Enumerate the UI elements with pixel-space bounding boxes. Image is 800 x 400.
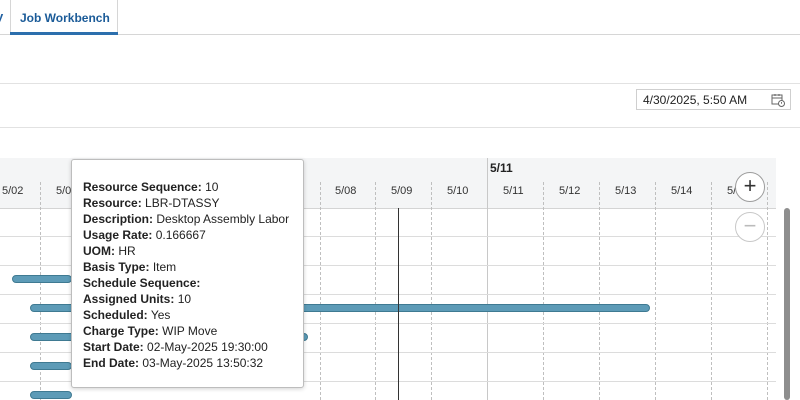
tooltip-row: Assigned Units: 10 [83, 292, 191, 306]
day-label: 5/10 [447, 185, 469, 197]
tooltip-label: Basis Type: [83, 260, 150, 274]
day-gridline [320, 182, 321, 400]
resource-tooltip: Resource Sequence: 10 Resource: LBR-DTAS… [71, 159, 304, 388]
tooltip-value: Yes [150, 308, 171, 322]
tab-previous-label: y [0, 9, 3, 24]
week-gridline [487, 158, 488, 400]
zoom-in-button[interactable]: + [735, 172, 765, 202]
tooltip-value: 10 [205, 180, 219, 194]
day-gridline [767, 182, 768, 400]
day-label: 5/14 [671, 185, 693, 197]
tooltip-row: Schedule Sequence: [83, 276, 200, 290]
tooltip-value: 03-May-2025 13:50:32 [142, 356, 264, 370]
tooltip-label: UOM: [83, 244, 115, 258]
tooltip-value: Item [152, 260, 177, 274]
tooltip-value: WIP Move [162, 324, 218, 338]
tooltip-row: Scheduled: Yes [83, 308, 170, 322]
tab-bar: y Job Workbench [0, 0, 800, 35]
tooltip-row: Usage Rate: 0.166667 [83, 228, 206, 242]
tooltip-label: Resource: [83, 196, 142, 210]
tooltip-row: UOM: HR [83, 244, 136, 258]
tooltip-row: Start Date: 02-May-2025 19:30:00 [83, 340, 268, 354]
tab-job-workbench[interactable]: Job Workbench [10, 0, 118, 35]
day-label: 5/08 [335, 185, 357, 197]
tooltip-value: LBR-DTASSY [145, 196, 220, 210]
tooltip-row: Charge Type: WIP Move [83, 324, 217, 338]
day-gridline [711, 182, 712, 400]
current-time-line [398, 208, 399, 400]
day-label: 5/0 [56, 185, 72, 197]
tooltip-value: 10 [177, 292, 192, 306]
gantt-bar[interactable] [30, 362, 72, 370]
tooltip-value: HR [118, 244, 136, 258]
tab-previous[interactable]: y [0, 0, 10, 34]
day-label: 5/13 [615, 185, 637, 197]
tooltip-row: Resource Sequence: 10 [83, 180, 218, 194]
tab-job-workbench-label: Job Workbench [20, 11, 110, 25]
tooltip-label: Charge Type: [83, 324, 159, 338]
tooltip-row: Description: Desktop Assembly Labor [83, 212, 289, 226]
day-gridline [431, 182, 432, 400]
gantt-bar[interactable] [12, 275, 72, 283]
tooltip-label: Assigned Units: [83, 292, 175, 306]
tooltip-value: 02-May-2025 19:30:00 [147, 340, 268, 354]
date-time-value: 4/30/2025, 5:50 AM [643, 93, 748, 107]
day-gridline [543, 182, 544, 400]
tooltip-value: 0.166667 [155, 228, 206, 242]
date-time-field[interactable]: 4/30/2025, 5:50 AM [636, 89, 791, 110]
gantt-bar[interactable] [30, 391, 72, 399]
calendar-clock-icon[interactable] [771, 93, 785, 107]
vertical-scrollbar[interactable] [784, 208, 790, 400]
tooltip-row: Basis Type: Item [83, 260, 176, 274]
tooltip-label: End Date: [83, 356, 140, 370]
zoom-out-button[interactable]: − [735, 212, 765, 242]
tooltip-label: Resource Sequence: [83, 180, 202, 194]
day-gridline [375, 182, 376, 400]
tooltip-label: Scheduled: [83, 308, 148, 322]
tooltip-value: Desktop Assembly Labor [156, 212, 290, 226]
tooltip-label: Schedule Sequence: [83, 276, 201, 290]
day-label: 5/11 [503, 185, 524, 197]
tooltip-label: Description: [83, 212, 154, 226]
day-label: 5/09 [391, 185, 413, 197]
section-divider [0, 127, 800, 128]
tooltip-label: Usage Rate: [83, 228, 153, 242]
tooltip-row: Resource: LBR-DTASSY [83, 196, 220, 210]
tooltip-row: End Date: 03-May-2025 13:50:32 [83, 356, 263, 370]
week-label: 5/11 [490, 161, 513, 175]
tooltip-label: Start Date: [83, 340, 144, 354]
day-label: 5/02 [2, 185, 24, 197]
section-divider [0, 83, 800, 84]
day-gridline [655, 182, 656, 400]
day-gridline [599, 182, 600, 400]
day-label: 5/12 [559, 185, 581, 197]
